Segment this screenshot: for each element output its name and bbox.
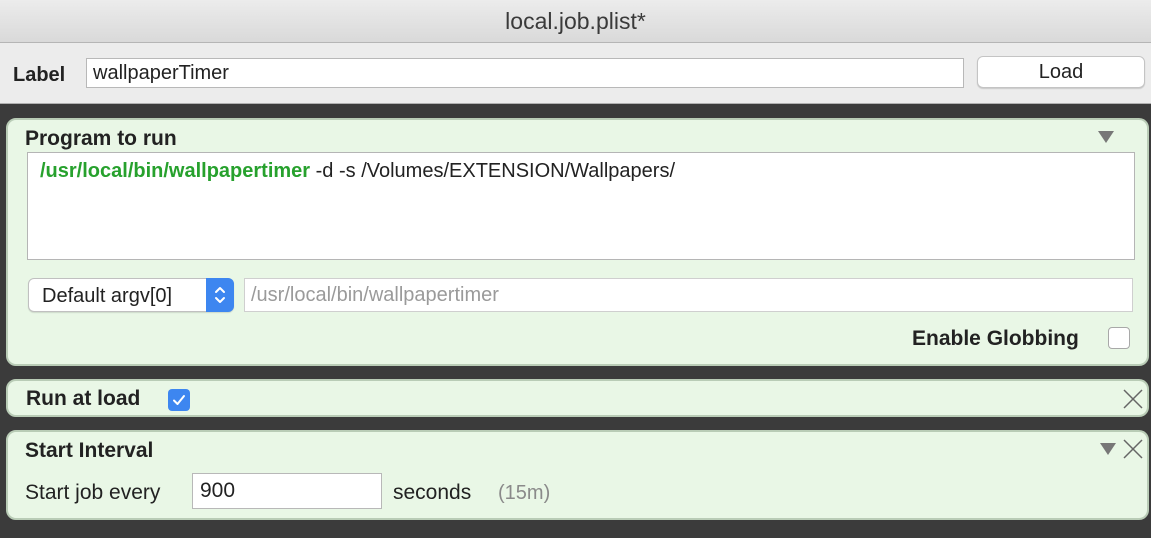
interval-hint: (15m)	[498, 482, 551, 504]
label-caption: Label	[13, 64, 66, 86]
run-at-load-checkbox[interactable]	[168, 389, 190, 411]
argv0-select[interactable]: Default argv[0]	[28, 278, 234, 312]
close-icon[interactable]	[1122, 388, 1144, 410]
start-interval-panel: Start Interval Start job every seconds (…	[6, 430, 1149, 520]
start-job-every-label: Start job every	[25, 481, 161, 504]
run-at-load-title: Run at load	[26, 387, 141, 410]
start-interval-title: Start Interval	[25, 439, 154, 462]
program-panel-title: Program to run	[25, 127, 177, 150]
run-at-load-panel: Run at load	[6, 379, 1149, 417]
program-to-run-panel: Program to run /usr/local/bin/wallpapert…	[6, 118, 1149, 366]
argv0-input[interactable]	[244, 278, 1133, 312]
disclosure-triangle-icon[interactable]	[1100, 443, 1116, 455]
window-titlebar: local.job.plist*	[0, 0, 1151, 43]
interval-seconds-input[interactable]	[192, 473, 382, 509]
load-button[interactable]: Load	[977, 56, 1145, 88]
checkmark-icon	[173, 395, 185, 405]
program-arguments: -d -s /Volumes/EXTENSION/Wallpapers/	[310, 160, 675, 182]
up-down-chevron-icon[interactable]	[206, 278, 234, 312]
label-bar: Label Load	[0, 43, 1151, 104]
argv0-select-value: Default argv[0]	[42, 285, 173, 307]
close-icon[interactable]	[1122, 438, 1144, 460]
seconds-unit-label: seconds	[393, 481, 472, 504]
window-title: local.job.plist*	[505, 7, 646, 34]
label-input[interactable]	[86, 58, 964, 88]
enable-globbing-label: Enable Globbing	[912, 327, 1079, 350]
program-executable: /usr/local/bin/wallpapertimer	[40, 160, 311, 182]
program-command-field[interactable]: /usr/local/bin/wallpapertimer -d -s /Vol…	[27, 152, 1135, 260]
enable-globbing-checkbox[interactable]	[1108, 327, 1130, 349]
disclosure-triangle-icon[interactable]	[1098, 131, 1114, 143]
